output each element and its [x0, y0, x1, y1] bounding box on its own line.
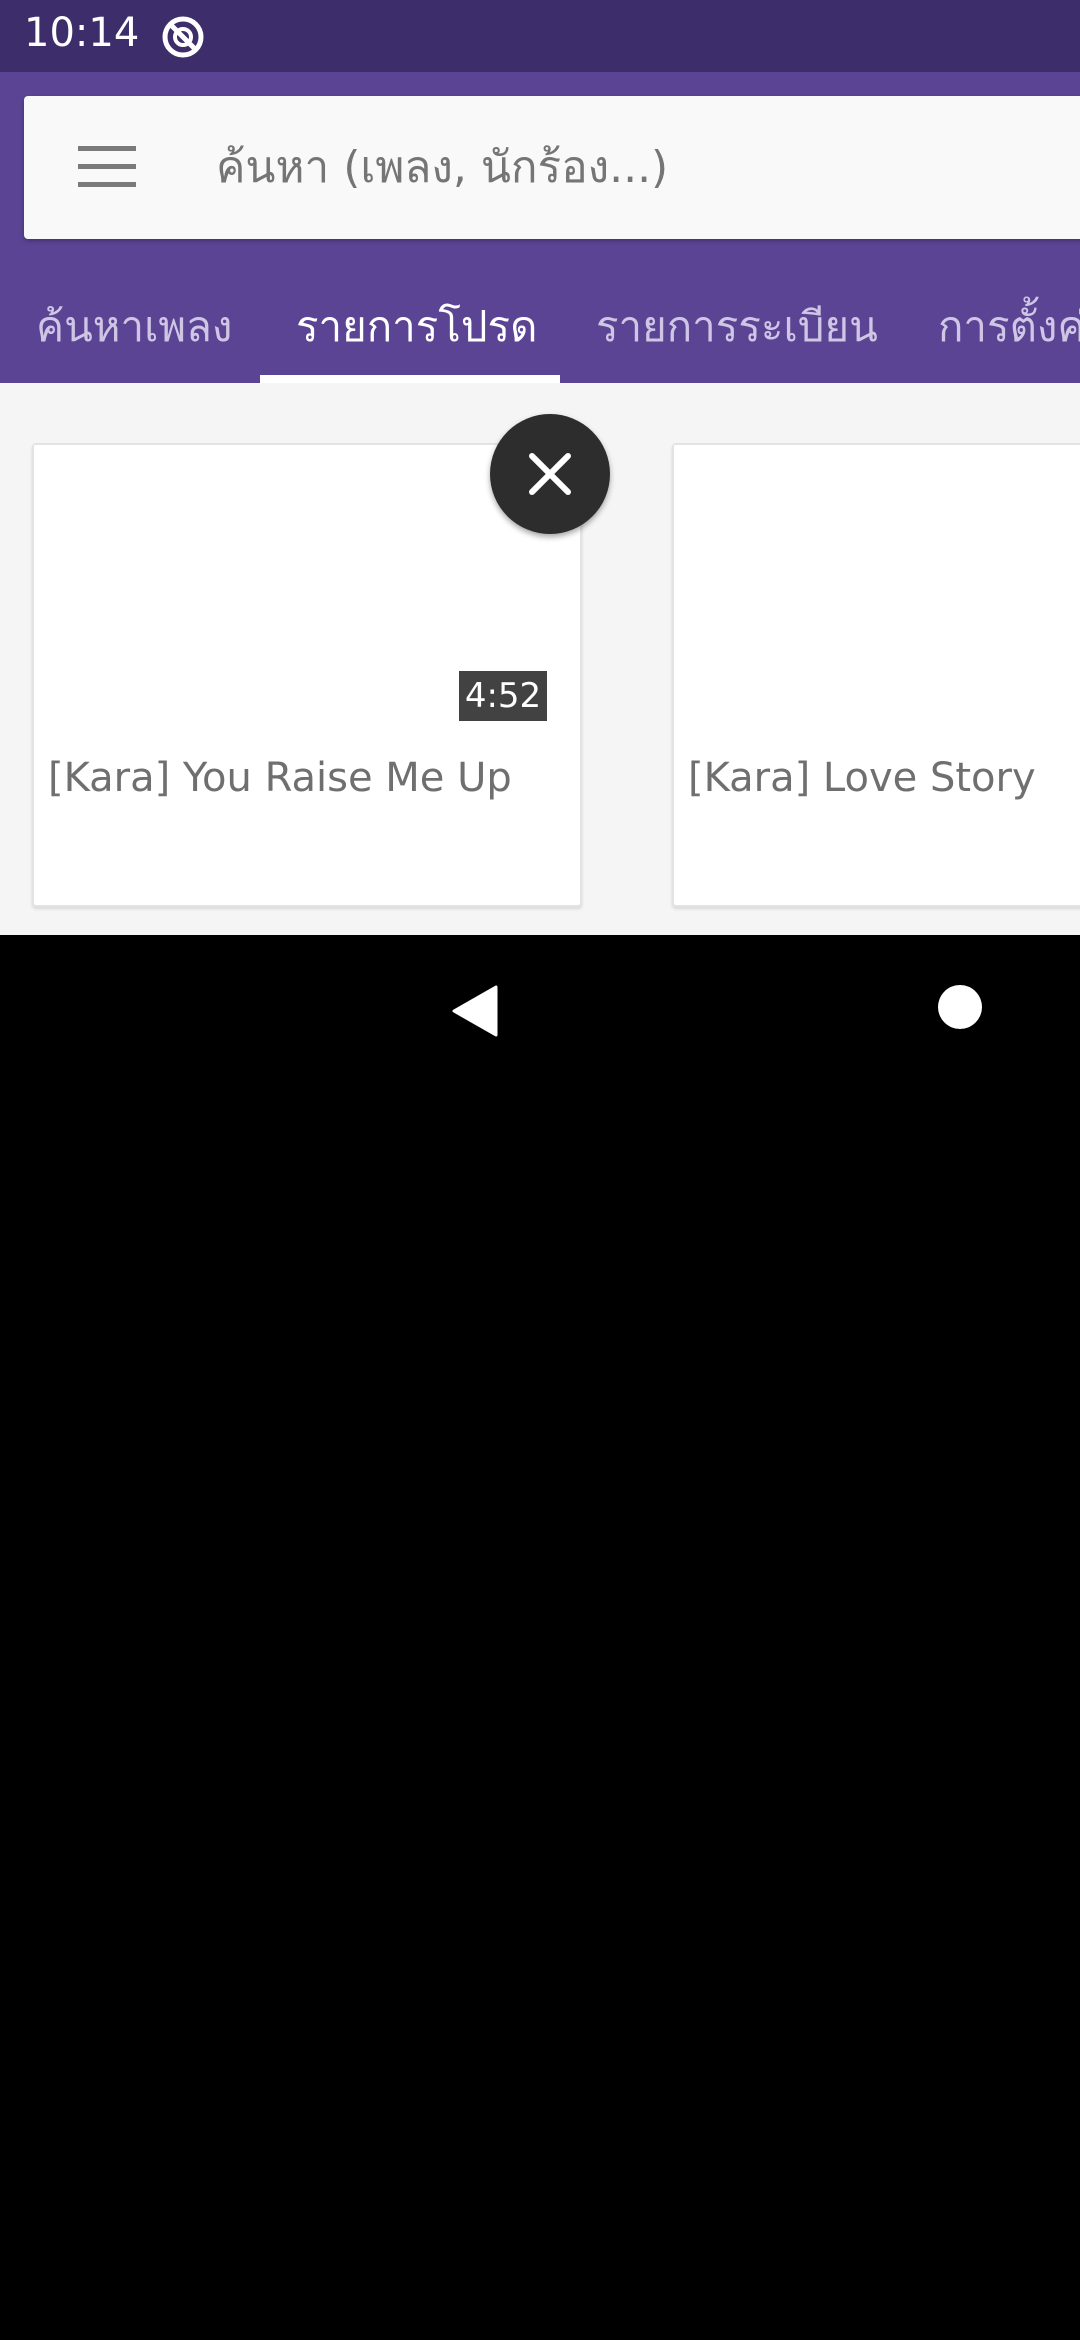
favorites-list: 4:52 [Kara] You Raise Me Up [Kara] Love … [0, 383, 1080, 935]
search-input[interactable] [216, 96, 1080, 239]
no-disturb-icon [160, 14, 206, 60]
tab-search-songs[interactable]: ค้นหาเพลง [36, 271, 232, 383]
song-card[interactable]: [Kara] Love Story [672, 443, 1080, 907]
back-triangle-icon[interactable] [452, 985, 498, 1037]
duration-badge: 4:52 [459, 671, 547, 721]
app-header: ค้นหาเพลง รายการโปรด รายการระเบียน การตั… [0, 72, 1080, 383]
tab-favorites[interactable]: รายการโปรด [296, 271, 537, 383]
search-bar [24, 96, 1080, 239]
active-tab-indicator [260, 375, 560, 383]
tab-records[interactable]: รายการระเบียน [596, 271, 878, 383]
close-icon [529, 453, 571, 495]
status-bar: 10:14 [0, 0, 1080, 72]
tab-settings[interactable]: การตั้งค่า [938, 271, 1080, 383]
navigation-bar [0, 935, 1080, 1085]
song-card[interactable]: 4:52 [Kara] You Raise Me Up [32, 443, 582, 907]
song-title: [Kara] You Raise Me Up [48, 755, 512, 801]
status-time: 10:14 [24, 10, 140, 56]
song-thumbnail [674, 445, 1080, 735]
home-circle-icon[interactable] [938, 985, 982, 1029]
hamburger-menu-icon[interactable] [78, 146, 136, 188]
tab-bar: ค้นหาเพลง รายการโปรด รายการระเบียน การตั… [0, 271, 1080, 383]
song-title: [Kara] Love Story [688, 755, 1036, 801]
close-button[interactable] [490, 414, 610, 534]
